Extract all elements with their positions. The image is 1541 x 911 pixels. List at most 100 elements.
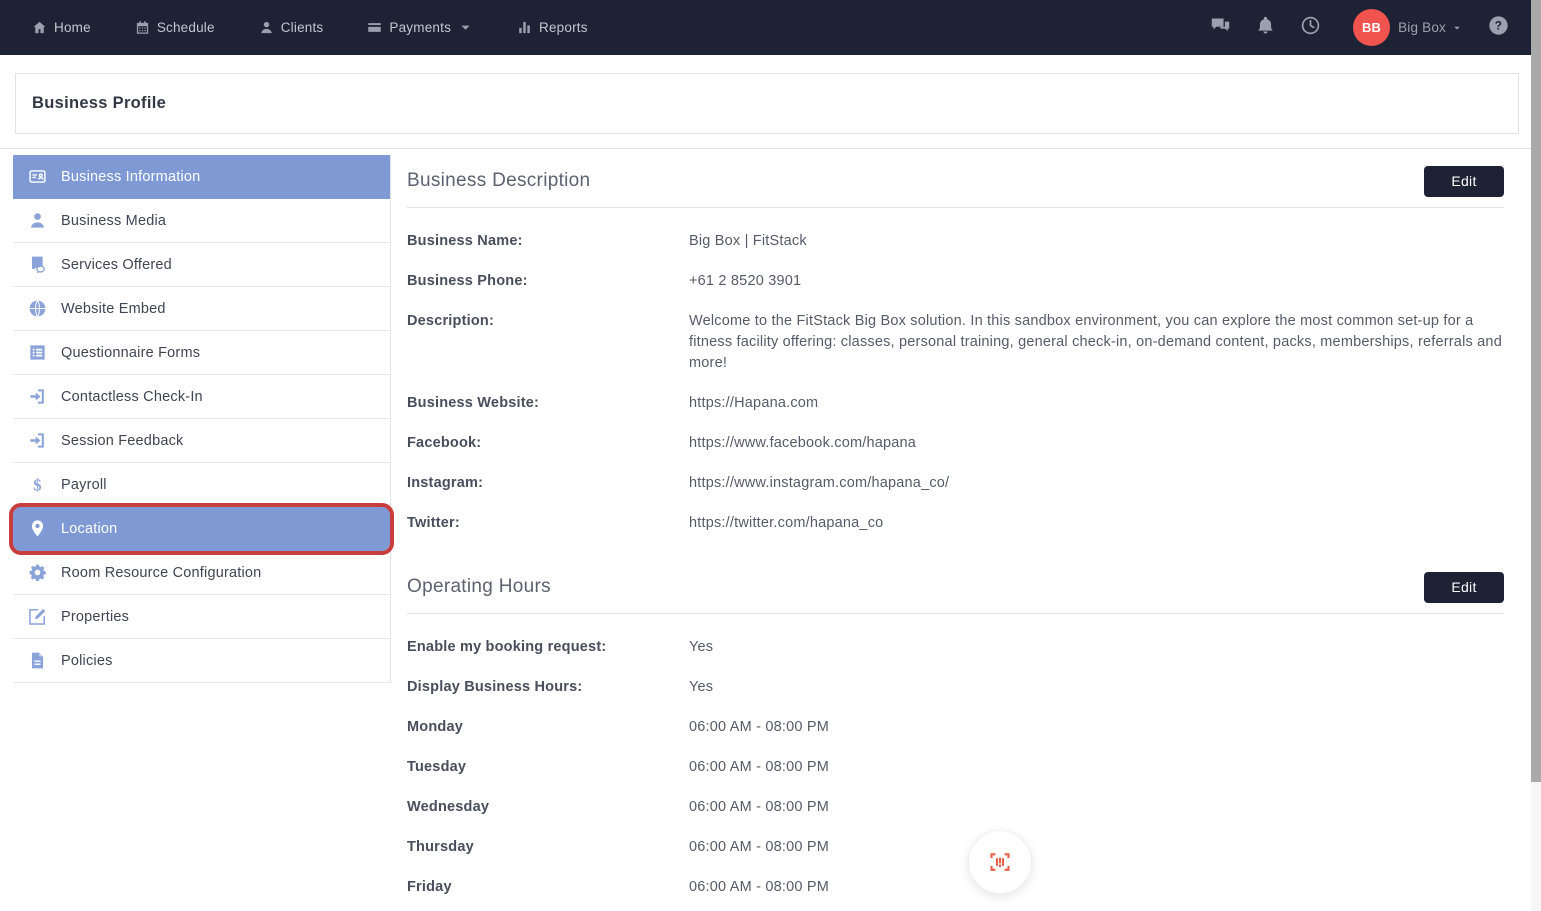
field-row-enable-my-booking-request: Enable my booking request:Yes: [407, 637, 1504, 658]
sidebar-item-business-media[interactable]: Business Media: [13, 199, 390, 243]
field-label: Facebook:: [407, 433, 689, 454]
chart-icon: [517, 20, 532, 35]
operating-hours-header: Operating Hours Edit: [407, 561, 1504, 614]
field-label: Business Website:: [407, 393, 689, 414]
barcode-icon: [985, 847, 1015, 877]
sidebar-item-label: Contactless Check-In: [61, 389, 203, 405]
field-row-display-business-hours: Display Business Hours:Yes: [407, 677, 1504, 698]
field-row-business-website: Business Website:https://Hapana.com: [407, 393, 1504, 414]
nav-item-label: Schedule: [157, 20, 215, 35]
field-row-business-name: Business Name:Big Box | FitStack: [407, 231, 1504, 252]
services-icon: [26, 255, 48, 274]
signin-icon: [26, 387, 48, 406]
chevron-down-icon: [1452, 23, 1462, 33]
field-value: 06:00 AM - 08:00 PM: [689, 837, 1504, 858]
sidebar-item-questionnaire-forms[interactable]: Questionnaire Forms: [13, 331, 390, 375]
sidebar-item-contactless-check-in[interactable]: Contactless Check-In: [13, 375, 390, 419]
svg-text:$: $: [33, 475, 41, 494]
barcode-scan-widget[interactable]: [968, 830, 1032, 894]
nav-item-clients[interactable]: Clients: [259, 20, 324, 35]
account-menu[interactable]: BB Big Box: [1353, 9, 1462, 46]
nav-item-schedule[interactable]: Schedule: [135, 20, 215, 35]
field-label: Business Name:: [407, 231, 689, 252]
field-label: Wednesday: [407, 797, 689, 818]
field-value: 06:00 AM - 08:00 PM: [689, 757, 1504, 778]
chevron-down-icon: [458, 20, 473, 35]
nav-item-reports[interactable]: Reports: [517, 20, 588, 35]
field-label: Friday: [407, 877, 689, 898]
sidebar-item-policies[interactable]: Policies: [13, 639, 390, 683]
sidebar-item-location[interactable]: Location: [13, 507, 390, 551]
person-icon: [26, 211, 48, 230]
sidebar-item-services-offered[interactable]: Services Offered: [13, 243, 390, 287]
signin-icon: [26, 431, 48, 450]
field-label: Thursday: [407, 837, 689, 858]
page-title: Business Profile: [32, 94, 166, 113]
field-row-tuesday: Tuesday06:00 AM - 08:00 PM: [407, 757, 1504, 778]
sidebar-item-label: Policies: [61, 653, 113, 669]
field-label: Tuesday: [407, 757, 689, 778]
page-title-card: Business Profile: [15, 73, 1519, 134]
field-row-instagram: Instagram:https://www.instagram.com/hapa…: [407, 473, 1504, 494]
field-row-wednesday: Wednesday06:00 AM - 08:00 PM: [407, 797, 1504, 818]
sidebar-item-label: Business Media: [61, 213, 166, 229]
sidebar-item-label: Business Information: [61, 169, 200, 185]
sidebar-item-label: Room Resource Configuration: [61, 565, 261, 581]
field-value: https://www.instagram.com/hapana_co/: [689, 473, 1504, 494]
field-row-business-phone: Business Phone:+61 2 8520 3901: [407, 271, 1504, 292]
field-value: Big Box | FitStack: [689, 231, 1504, 252]
sidebar-item-website-embed[interactable]: Website Embed: [13, 287, 390, 331]
pin-icon: [26, 519, 48, 538]
sidebar-item-room-resource-configuration[interactable]: Room Resource Configuration: [13, 551, 390, 595]
page-divider: [0, 148, 1531, 149]
field-row-thursday: Thursday06:00 AM - 08:00 PM: [407, 837, 1504, 858]
field-label: Enable my booking request:: [407, 637, 689, 658]
sidebar-item-business-information[interactable]: Business Information: [13, 155, 390, 199]
navbar-right: BB Big Box ?: [1210, 9, 1509, 46]
account-name: Big Box: [1398, 20, 1446, 35]
business-description-edit-button[interactable]: Edit: [1424, 166, 1504, 197]
scrollbar[interactable]: [1531, 0, 1541, 911]
help-icon[interactable]: ?: [1488, 15, 1509, 41]
bell-icon[interactable]: [1255, 15, 1276, 41]
scrollbar-thumb[interactable]: [1531, 0, 1541, 782]
field-row-friday: Friday06:00 AM - 08:00 PM: [407, 877, 1504, 898]
business-description-section: Business Description Edit Business Name:…: [407, 155, 1504, 534]
gear-icon: [26, 563, 48, 582]
clock-icon[interactable]: [1300, 15, 1321, 41]
field-label: Business Phone:: [407, 271, 689, 292]
operating-hours-edit-button[interactable]: Edit: [1424, 572, 1504, 603]
idcard-icon: [26, 167, 48, 186]
sidebar-item-properties[interactable]: Properties: [13, 595, 390, 639]
sidebar-item-payroll[interactable]: $ Payroll: [13, 463, 390, 507]
top-navbar: Home Schedule Clients Payments Reports BB Bi…: [0, 0, 1531, 55]
field-label: Monday: [407, 717, 689, 738]
field-label: Instagram:: [407, 473, 689, 494]
field-value: https://twitter.com/hapana_co: [689, 513, 1504, 534]
sidebar-item-label: Services Offered: [61, 257, 172, 273]
nav-item-home[interactable]: Home: [32, 20, 91, 35]
nav-item-payments[interactable]: Payments: [367, 20, 473, 35]
operating-hours-days: Monday06:00 AM - 08:00 PMTuesday06:00 AM…: [407, 717, 1504, 898]
svg-text:?: ?: [1495, 18, 1502, 32]
field-label: Description:: [407, 311, 689, 374]
nav-item-label: Reports: [539, 20, 588, 35]
home-icon: [32, 20, 47, 35]
sidebar-item-label: Website Embed: [61, 301, 166, 317]
sidebar-item-label: Questionnaire Forms: [61, 345, 200, 361]
chat-icon[interactable]: [1210, 15, 1231, 41]
globe-icon: [26, 299, 48, 318]
sidebar-item-label: Session Feedback: [61, 433, 184, 449]
list-icon: [26, 343, 48, 362]
user-icon: [259, 20, 274, 35]
navbar-items: Home Schedule Clients Payments Reports: [32, 20, 588, 35]
avatar: BB: [1353, 9, 1390, 46]
field-label: Display Business Hours:: [407, 677, 689, 698]
sidebar-item-session-feedback[interactable]: Session Feedback: [13, 419, 390, 463]
sidebar-item-label: Payroll: [61, 477, 107, 493]
field-value: 06:00 AM - 08:00 PM: [689, 877, 1504, 898]
field-value: https://www.facebook.com/hapana: [689, 433, 1504, 454]
nav-item-label: Clients: [281, 20, 324, 35]
operating-hours-fields: Enable my booking request:Yes Display Bus…: [407, 614, 1504, 698]
field-value: 06:00 AM - 08:00 PM: [689, 717, 1504, 738]
